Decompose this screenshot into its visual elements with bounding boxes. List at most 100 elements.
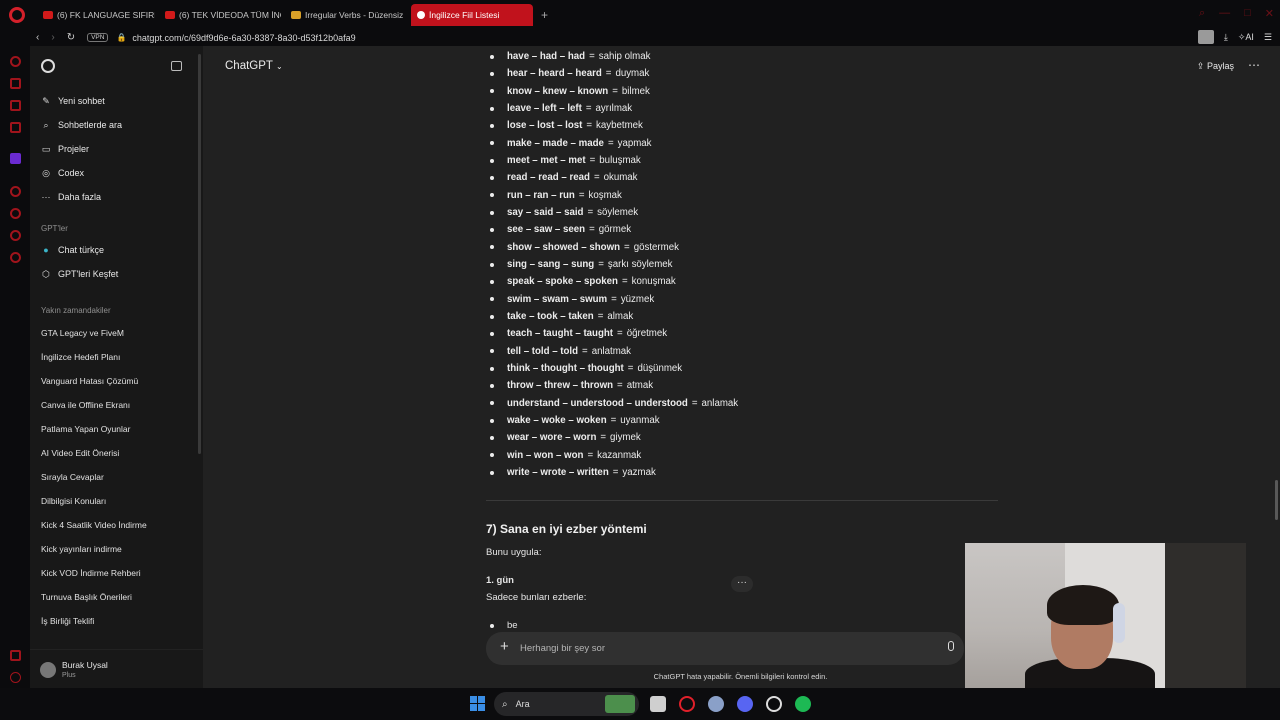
youtube-icon[interactable] [10, 122, 21, 133]
spotify-icon[interactable] [795, 696, 811, 712]
more-sidebar-icon[interactable] [10, 672, 21, 683]
codex-button[interactable]: ◎ Codex [41, 164, 84, 182]
list-item: leave – left – left = ayrılmak [486, 100, 738, 117]
chat-history-item[interactable]: AI Video Edit Önerisi [41, 448, 119, 458]
taskbar-search[interactable]: ⌕ Ara [494, 692, 639, 716]
list-item: know – knew – known = bilmek [486, 83, 738, 100]
chevron-down-icon: ⌄ [275, 62, 283, 71]
chat-history-item[interactable]: Kick VOD İndirme Rehberi [41, 568, 141, 578]
minimize-icon[interactable]: — [1219, 7, 1230, 20]
projects-button[interactable]: ▭ Projeler [41, 140, 89, 158]
list-item: show – showed – shown = göstermek [486, 239, 738, 256]
maximize-icon[interactable]: □ [1244, 7, 1251, 20]
chat-history-item[interactable]: İş Birliği Teklifi [41, 616, 94, 626]
chat-scrollbar[interactable] [1275, 480, 1278, 520]
prompt-input[interactable] [520, 640, 920, 656]
chatgpt-logo-icon[interactable] [41, 59, 55, 73]
shop-icon[interactable] [10, 78, 21, 89]
gpt-item-chat-turkce[interactable]: ● Chat türkçe [41, 241, 104, 259]
lock-icon[interactable]: 🔒 [116, 33, 126, 42]
day-heading: 1. gün [486, 575, 514, 586]
section-heading: 7) Sana en iyi ezber yöntemi [486, 522, 647, 536]
messenger-icon[interactable] [10, 100, 21, 111]
history-icon[interactable] [10, 186, 21, 197]
list-item: be [486, 620, 518, 631]
chat-history-item[interactable]: Kick yayınları indirme [41, 544, 122, 554]
chat-history-item[interactable]: GTA Legacy ve FiveM [41, 328, 124, 338]
more-options-icon[interactable]: ⋯ [1248, 58, 1260, 72]
new-tab-button[interactable]: + [541, 8, 548, 22]
user-menu[interactable]: Burak Uysal Plus [30, 649, 203, 688]
opera-gx-icon[interactable] [679, 696, 695, 712]
model-selector[interactable]: ChatGPT ⌄ [225, 60, 283, 72]
vpn-badge[interactable]: VPN [87, 33, 109, 42]
search-highlight-icon [605, 695, 635, 713]
chat-history-item[interactable]: Vanguard Hatası Çözümü [41, 376, 138, 386]
list-item: swim – swam – swum = yüzmek [486, 291, 738, 308]
chatgpt-app-icon[interactable] [766, 696, 782, 712]
tab-search-icon[interactable]: ⌕ [1199, 7, 1205, 20]
browser-tab[interactable]: (6) FK LANGUAGE SIFIRD/ [37, 4, 155, 26]
list-item: write – wrote – written = yazmak [486, 464, 738, 481]
list-item: teach – taught – taught = öğretmek [486, 325, 738, 342]
chat-history-item[interactable]: Kick 4 Saatlik Video İndirme [41, 520, 147, 530]
close-icon[interactable]: ✕ [1265, 7, 1274, 20]
download-icon[interactable]: ⤓ [1224, 32, 1228, 43]
discord-icon[interactable] [737, 696, 753, 712]
new-chat-button[interactable]: ✎ Yeni sohbet [41, 92, 105, 110]
chat-history-item[interactable]: İngilizce Hedefi Planı [41, 352, 120, 362]
list-item: meet – met – met = buluşmak [486, 152, 738, 169]
opera-logo-icon[interactable] [9, 6, 25, 23]
headset-icon [1113, 603, 1125, 643]
codex-icon: ◎ [42, 167, 50, 178]
gpts-header: GPT'ler [41, 224, 68, 233]
sidebar-scrollbar[interactable] [198, 54, 201, 454]
vpn-icon[interactable] [10, 650, 21, 661]
url-field[interactable]: chatgpt.com/c/69df9d6e-6a30-8387-8a30-d5… [132, 33, 355, 43]
windows-start-icon[interactable] [470, 696, 485, 711]
chat-history-item[interactable]: Dilbilgisi Konuları [41, 496, 106, 506]
extension-thumbnail-icon[interactable] [1197, 30, 1214, 44]
reload-icon[interactable]: ↻ [67, 32, 75, 43]
microphone-icon[interactable] [948, 641, 954, 651]
ai-button[interactable]: ✧AI [1238, 32, 1254, 43]
verb-list: have – had – had = sahip olmak hear – hear… [486, 48, 738, 481]
back-icon[interactable]: ‹ [36, 32, 39, 43]
day-text: Sadece bunları ezberle: [486, 592, 587, 603]
chat-history-item[interactable]: Sırayla Cevaplar [41, 472, 104, 482]
browser-tab[interactable]: (6) TEK VİDEODA TÜM İNGİ [159, 4, 281, 26]
new-chat-icon: ✎ [42, 95, 50, 106]
twitch-icon[interactable] [10, 153, 21, 164]
forward-icon[interactable]: › [51, 32, 54, 43]
list-item: tell – told – told = anlatmak [486, 343, 738, 360]
chat-history-item[interactable]: Turnuva Başlık Önerileri [41, 592, 132, 602]
search-chats-button[interactable]: ⌕ Sohbetlerde ara [41, 116, 122, 134]
share-button[interactable]: ⇪ Paylaş [1197, 61, 1234, 72]
explore-gpts-button[interactable]: ⬡ GPT'leri Keşfet [41, 265, 118, 283]
list-item: throw – threw – thrown = atmak [486, 377, 738, 394]
chat-history-item[interactable]: Patlama Yapan Oyunlar [41, 424, 130, 434]
chat-history-item[interactable]: Canva ile Offline Ekranı [41, 400, 130, 410]
search-icon: ⌕ [502, 698, 508, 710]
message-actions-icon[interactable]: ··· [731, 576, 753, 592]
sidebar-toggle-icon[interactable] [171, 61, 182, 71]
more-button[interactable]: ··· Daha fazla [41, 188, 102, 206]
bookmarks-icon[interactable] [10, 208, 21, 219]
file-explorer-icon[interactable] [650, 696, 666, 712]
list-item: sing – sang – sung = şarkı söylemek [486, 256, 738, 273]
webcam-shadow [1165, 543, 1246, 689]
settings-icon[interactable] [10, 252, 21, 263]
section-intro: Bunu uygula: [486, 547, 542, 558]
list-item: hear – heard – heard = duymak [486, 65, 738, 82]
refresh-icon[interactable] [10, 230, 21, 241]
aria-icon[interactable] [10, 56, 21, 67]
browser-tab-bar: (6) FK LANGUAGE SIFIRD/ (6) TEK VİDEODA … [0, 0, 1280, 29]
steam-icon[interactable] [708, 696, 724, 712]
recent-header: Yakın zamandakiler [41, 306, 111, 315]
menu-icon[interactable]: ☰ [1264, 32, 1272, 43]
attach-plus-icon[interactable]: + [500, 638, 509, 655]
window-controls: ⌕ — □ ✕ [1199, 7, 1274, 20]
browser-tab-active[interactable]: İngilizce Fiil Listesi [411, 3, 533, 26]
browser-tab[interactable]: Irregular Verbs - Düzensiz [285, 4, 407, 26]
share-icon: ⇪ [1196, 61, 1205, 71]
